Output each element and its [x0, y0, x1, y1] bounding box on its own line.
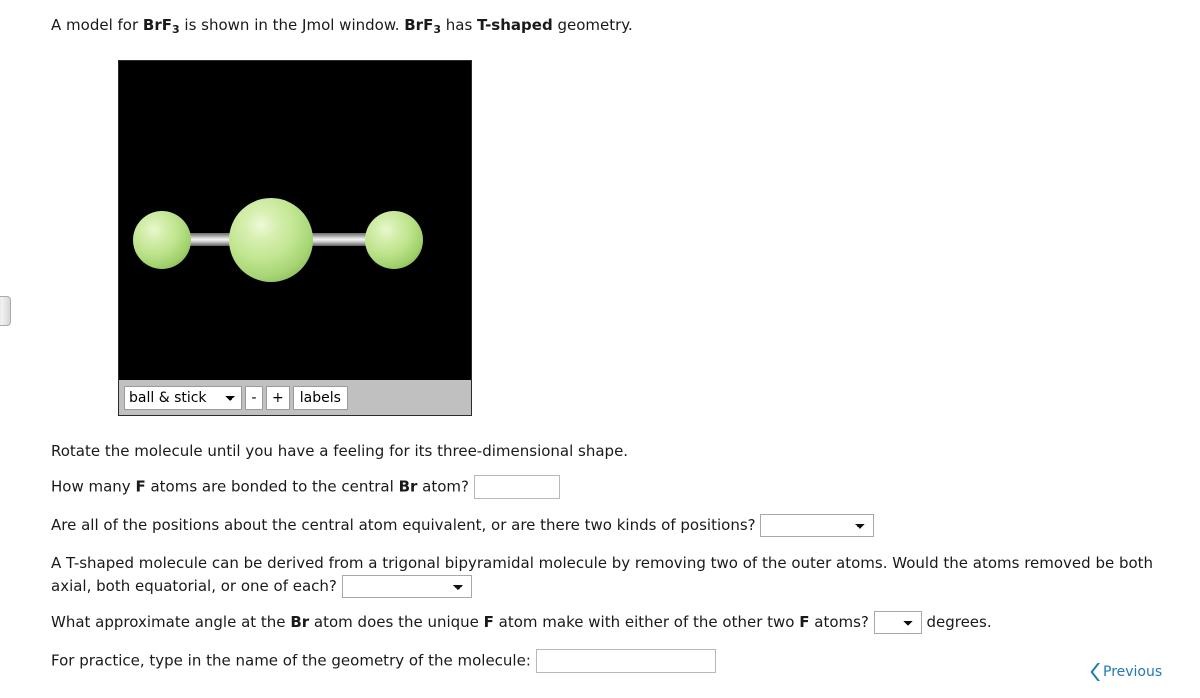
positions-equivalence-select[interactable]: [760, 514, 875, 537]
atom-bromine-center: [229, 198, 313, 282]
formula-subscript: 3: [433, 23, 441, 36]
q1-text-after: atom?: [417, 477, 469, 496]
molecule-model[interactable]: [119, 61, 471, 379]
q4-text-mid2: atom make with either of the other two: [493, 613, 800, 631]
formula-main: BrF: [404, 16, 434, 34]
q4-text-mid1: atom does the unique: [309, 613, 484, 631]
question-4: What approximate angle at the Br atom do…: [51, 611, 1196, 634]
zoom-out-button[interactable]: -: [245, 385, 263, 410]
removed-atoms-select[interactable]: [341, 575, 472, 598]
intro-part1: A model for: [51, 16, 143, 34]
formula-subscript: 3: [171, 23, 180, 36]
question-5: For practice, type in the name of the ge…: [51, 649, 1196, 673]
q1-bold-br: Br: [398, 477, 418, 496]
atom-fluorine-left: [133, 211, 191, 269]
rotate-instruction: Rotate the molecule until you have a fee…: [51, 442, 629, 460]
q4-bold-br: Br: [290, 613, 310, 631]
labels-button[interactable]: labels: [292, 385, 348, 410]
display-style-select[interactable]: ball & stick: [124, 385, 242, 410]
intro-part2: is shown in the Jmol window.: [179, 16, 405, 34]
zoom-in-button[interactable]: +: [266, 385, 290, 410]
geometry-name-input[interactable]: [535, 649, 716, 673]
q4-bold-f2: F: [799, 613, 810, 631]
question-1: How many F atoms are bonded to the centr…: [51, 475, 1196, 499]
jmol-canvas[interactable]: [119, 61, 471, 379]
q2-text: Are all of the positions about the centr…: [51, 516, 756, 534]
jmol-toolbar: ball & stick - + labels: [119, 379, 471, 415]
q1-bold-f: F: [135, 477, 146, 496]
left-drawer-handle[interactable]: [0, 296, 11, 326]
formula-brf3-second: BrF3: [404, 16, 441, 36]
bond-right: [307, 233, 373, 246]
q3-text: A T-shaped molecule can be derived from …: [51, 554, 1154, 595]
degrees-label: degrees.: [926, 613, 992, 631]
formula-brf3-first: BrF3: [142, 16, 180, 36]
q5-text: For practice, type in the name of the ge…: [51, 651, 531, 670]
geometry-name-bold: T-shaped: [477, 16, 553, 34]
bond-angle-select[interactable]: [873, 611, 922, 634]
previous-label: Previous: [1103, 664, 1163, 680]
q4-text-after: atoms?: [809, 613, 869, 631]
q1-text-mid: atoms are bonded to the central: [145, 477, 399, 496]
jmol-window[interactable]: ball & stick - + labels: [118, 60, 472, 416]
intro-part3: has: [440, 16, 478, 34]
q4-bold-f1: F: [483, 613, 494, 631]
questions-section: Rotate the molecule until you have a fee…: [51, 440, 1196, 688]
q4-text-before: What approximate angle at the: [51, 613, 291, 631]
f-atom-count-input[interactable]: [473, 475, 560, 499]
q1-text-before: How many: [51, 477, 136, 496]
formula-main: BrF: [142, 16, 172, 34]
intro-text: A model for BrF3 is shown in the Jmol wi…: [51, 14, 633, 38]
intro-part4: geometry.: [552, 16, 633, 34]
question-2: Are all of the positions about the centr…: [51, 514, 1196, 537]
question-3: A T-shaped molecule can be derived from …: [51, 552, 1196, 598]
previous-button[interactable]: Previous: [1089, 662, 1162, 682]
chevron-left-icon: [1090, 663, 1100, 681]
atom-fluorine-right: [365, 211, 423, 269]
